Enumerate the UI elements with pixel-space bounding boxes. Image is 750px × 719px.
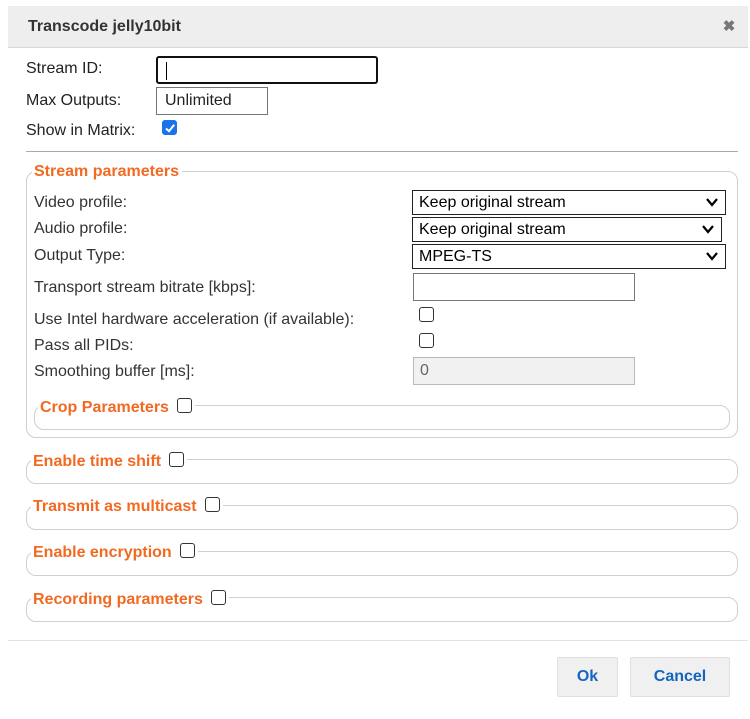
time-shift-label: Enable time shift <box>33 453 162 470</box>
smoothing-buffer-label: Smoothing buffer [ms]: <box>34 363 195 380</box>
ok-button[interactable]: Ok <box>557 657 618 697</box>
show-in-matrix-checkbox[interactable] <box>162 120 177 135</box>
checkmark-icon <box>165 124 175 133</box>
smoothing-buffer-input[interactable]: 0 <box>413 357 635 385</box>
chevron-down-icon <box>706 252 718 261</box>
audio-profile-select[interactable]: Keep original stream <box>412 217 722 242</box>
chevron-down-icon <box>706 198 718 207</box>
footer-divider <box>8 640 748 641</box>
crop-parameters-label: Crop Parameters <box>40 399 169 416</box>
stream-id-label: Stream ID: <box>26 60 103 77</box>
multicast-legend: Transmit as multicast <box>31 497 223 516</box>
dialog-titlebar: Transcode jelly10bit ✖ <box>8 6 748 48</box>
chevron-down-icon <box>702 225 714 234</box>
multicast-label: Transmit as multicast <box>33 498 197 515</box>
divider <box>26 151 738 152</box>
dialog-title: Transcode jelly10bit <box>28 18 181 35</box>
audio-profile-value: Keep original stream <box>419 221 566 238</box>
intel-hw-label: Use Intel hardware acceleration (if avai… <box>34 311 355 328</box>
crop-parameters-checkbox[interactable] <box>176 398 192 413</box>
ts-bitrate-label: Transport stream bitrate [kbps]: <box>34 279 256 296</box>
max-outputs-label: Max Outputs: <box>26 92 122 109</box>
recording-checkbox[interactable] <box>210 590 226 605</box>
show-in-matrix-label: Show in Matrix: <box>26 122 136 139</box>
encryption-checkbox[interactable] <box>179 543 195 558</box>
time-shift-legend: Enable time shift <box>31 452 188 471</box>
video-profile-value: Keep original stream <box>419 194 566 211</box>
output-type-label: Output Type: <box>34 247 126 264</box>
close-icon[interactable]: ✖ <box>718 16 740 38</box>
text-caret <box>166 61 167 80</box>
ts-bitrate-input[interactable] <box>413 273 635 301</box>
recording-legend: Recording parameters <box>31 590 229 609</box>
crop-parameters-legend: Crop Parameters <box>38 398 195 417</box>
output-type-value: MPEG-TS <box>419 248 492 265</box>
intel-hw-checkbox[interactable] <box>419 307 434 322</box>
encryption-legend: Enable encryption <box>31 543 198 562</box>
video-profile-select[interactable]: Keep original stream <box>412 190 726 215</box>
output-type-select[interactable]: MPEG-TS <box>412 244 726 269</box>
stream-id-input[interactable] <box>156 56 378 84</box>
cancel-button[interactable]: Cancel <box>630 657 730 697</box>
pass-pids-label: Pass all PIDs: <box>34 337 134 354</box>
max-outputs-input[interactable]: Unlimited <box>156 87 268 115</box>
pass-pids-checkbox[interactable] <box>419 333 434 348</box>
audio-profile-label: Audio profile: <box>34 220 128 237</box>
recording-label: Recording parameters <box>33 591 203 608</box>
encryption-label: Enable encryption <box>33 544 172 561</box>
time-shift-checkbox[interactable] <box>169 452 185 467</box>
video-profile-label: Video profile: <box>34 194 128 211</box>
multicast-checkbox[interactable] <box>204 497 220 512</box>
stream-parameters-legend: Stream parameters <box>32 163 182 181</box>
